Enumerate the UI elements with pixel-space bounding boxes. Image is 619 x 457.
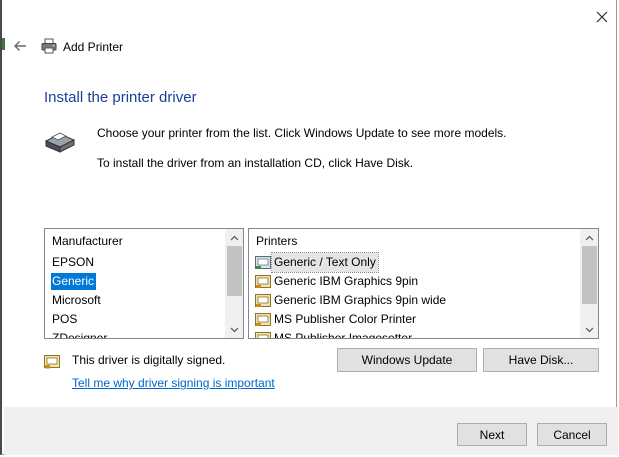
close-icon [596, 11, 608, 23]
signed-driver-icon [44, 355, 60, 369]
page-title: Install the printer driver [44, 89, 197, 106]
chevron-down-icon [585, 327, 594, 332]
add-printer-window: Add Printer Install the printer driver C… [0, 0, 618, 455]
scroll-down-button[interactable] [581, 321, 598, 338]
driver-signed-status: This driver is digitally signed. [72, 353, 226, 367]
manufacturer-item-selected[interactable]: Generic [45, 272, 226, 291]
instruction-have-disk: To install the driver from an installati… [97, 156, 414, 170]
printers-list-items: Generic / Text Only Generic IBM Graphics… [249, 252, 581, 338]
manufacturer-list-items: EPSON Generic Microsoft POS ZDesigner [45, 253, 226, 338]
cancel-button[interactable]: Cancel [537, 423, 607, 446]
signed-driver-icon [255, 293, 271, 307]
scroll-up-button[interactable] [226, 229, 243, 246]
printers-scrollbar[interactable] [580, 229, 598, 338]
printer-item[interactable]: MS Publisher Imagesetter [249, 329, 581, 338]
back-button[interactable] [10, 36, 30, 56]
next-button[interactable]: Next [457, 423, 527, 446]
scroll-thumb[interactable] [227, 246, 242, 296]
manufacturer-list-header: Manufacturer [52, 234, 123, 248]
manufacturer-item[interactable]: EPSON [45, 253, 226, 272]
printer-icon [41, 38, 57, 54]
instruction-choose-printer: Choose your printer from the list. Click… [97, 126, 507, 140]
chevron-down-icon [230, 327, 239, 332]
printer-item[interactable]: Generic IBM Graphics 9pin [249, 272, 581, 291]
windows-update-button[interactable]: Windows Update [337, 348, 477, 372]
printer-item[interactable]: MS Publisher Color Printer [249, 310, 581, 329]
manufacturer-item[interactable]: ZDesigner [45, 329, 226, 338]
manufacturer-scrollbar[interactable] [225, 229, 243, 338]
window-title: Add Printer [63, 40, 124, 54]
scroll-up-button[interactable] [581, 229, 598, 246]
printer-item[interactable]: Generic IBM Graphics 9pin wide [249, 291, 581, 310]
manufacturer-list[interactable]: Manufacturer EPSON Generic Microsoft POS… [44, 228, 244, 339]
printer-driver-icon [255, 255, 271, 269]
close-button[interactable] [589, 6, 615, 28]
signed-driver-icon [255, 274, 271, 288]
printers-list[interactable]: Printers Generic / Text Only Generic IBM… [248, 228, 599, 339]
signed-driver-icon [255, 331, 271, 338]
manufacturer-item[interactable]: Microsoft [45, 291, 226, 310]
printer-item-selected[interactable]: Generic / Text Only [249, 252, 581, 273]
window-edge-mark [2, 38, 5, 50]
manufacturer-item[interactable]: POS [45, 310, 226, 329]
printer-driver-icon [44, 132, 76, 153]
back-arrow-icon [14, 41, 26, 51]
signed-driver-icon [255, 312, 271, 326]
scroll-thumb[interactable] [582, 246, 597, 304]
chevron-up-icon [585, 235, 594, 240]
have-disk-button[interactable]: Have Disk... [483, 348, 599, 372]
driver-signing-info-link[interactable]: Tell me why driver signing is important [72, 376, 275, 390]
chevron-up-icon [230, 235, 239, 240]
printers-list-header: Printers [256, 234, 298, 248]
scroll-down-button[interactable] [226, 321, 243, 338]
